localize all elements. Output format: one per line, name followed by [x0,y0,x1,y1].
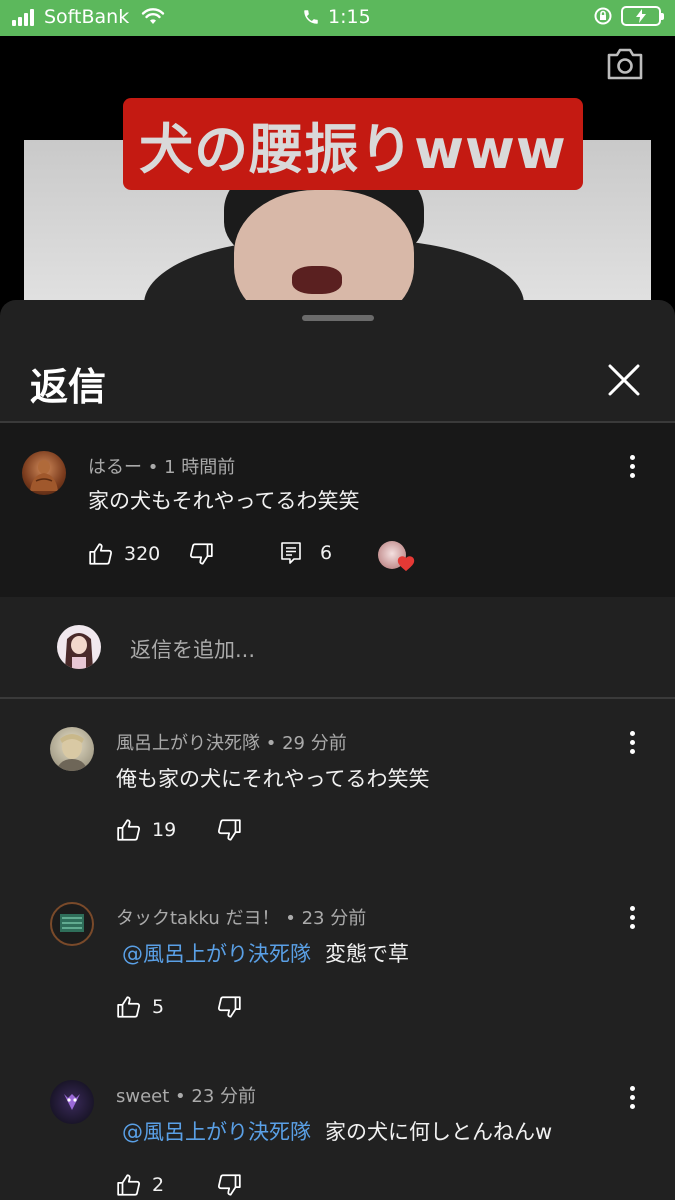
comment-time: 1 時間前 [164,457,236,478]
wifi-icon [142,8,165,24]
thumbs-down-icon [217,996,241,1018]
reply-time: 29 分前 [282,733,347,754]
reply-time: 23 分前 [191,1086,257,1107]
reply-body: 家の犬に何しとんねんw [325,1120,553,1144]
signal-strength-icon [12,8,34,26]
more-options-icon[interactable] [622,451,642,481]
sheet-title: 返信 [30,365,107,409]
reply-author[interactable]: 風呂上がり決死隊 [116,733,260,754]
thumbs-down-icon [217,1174,241,1196]
reply-time: 23 分前 [301,908,367,929]
like-count: 2 [152,1174,165,1196]
reply-meta: タックtakku だヨ！ • 23 分前 [116,904,366,930]
replies-button[interactable]: 6 [280,541,332,565]
dislike-button[interactable] [216,817,242,843]
more-options-icon[interactable] [622,902,642,932]
mention-link[interactable]: @風呂上がり決死隊 [122,1120,311,1144]
drag-handle[interactable] [302,315,374,321]
dislike-button[interactable] [188,541,214,567]
clock-time: 1:15 [328,6,371,28]
avatar[interactable] [22,451,66,495]
like-count: 320 [124,543,161,565]
like-button[interactable]: 320 [88,541,160,567]
user-avatar [57,625,101,669]
add-reply-input[interactable]: 返信を追加... [130,634,255,664]
reply-text: @風呂上がり決死隊 変態で草 [122,938,409,968]
thumbs-down-icon [217,819,241,841]
reply-body: 俺も家の犬にそれやってるわ笑笑 [116,767,430,791]
video-caption: 犬の腰振りwww [123,98,583,190]
meta-separator: • [175,1086,186,1107]
video-player[interactable]: 犬の腰振りwww [0,36,675,316]
like-button[interactable]: 19 [116,817,176,843]
close-icon[interactable] [600,356,648,404]
meta-separator: • [285,908,296,929]
reply-body: 変態で草 [325,942,409,966]
thumbs-up-icon [117,819,141,841]
heart-icon [397,556,415,572]
meta-separator: • [265,733,277,754]
comment-author[interactable]: はるー [88,457,142,478]
reply-author[interactable]: sweet [116,1086,169,1107]
video-person-face [234,190,414,316]
phone-call-icon [304,10,318,24]
status-bar: SoftBank 1:15 [0,0,675,36]
dislike-button[interactable] [216,994,242,1020]
reply-item: タックtakku だヨ！ • 23 分前 @風呂上がり決死隊 変態で草 5 [0,874,675,1044]
comment-meta: はるー • 1 時間前 [88,453,235,479]
creator-heart-badge [378,539,418,575]
camera-icon[interactable] [605,46,645,82]
more-options-icon[interactable] [622,727,642,757]
carrier-name: SoftBank [44,6,130,28]
avatar[interactable] [50,1080,94,1124]
comment-text: 家の犬もそれやってるわ笑笑 [88,489,360,513]
avatar[interactable] [50,727,94,771]
add-reply-row[interactable]: 返信を追加... [0,597,675,697]
video-person-mouth [292,266,342,294]
reply-meta: sweet • 23 分前 [116,1082,256,1108]
thumbs-up-icon [89,543,113,565]
replies-sheet: 返信 はるー • 1 時間前 家の犬もそれやってるわ笑笑 320 6 返信を追加… [0,300,675,1200]
more-options-icon[interactable] [622,1082,642,1112]
parent-comment: はるー • 1 時間前 家の犬もそれやってるわ笑笑 320 6 [0,423,675,597]
reply-author[interactable]: タックtakku だヨ！ [116,908,280,929]
reply-text: 俺も家の犬にそれやってるわ笑笑 [116,763,430,793]
reply-item: sweet • 23 分前 @風呂上がり決死隊 家の犬に何しとんねんw 2 [0,1052,675,1200]
meta-separator: • [147,457,159,478]
like-count: 5 [152,996,165,1018]
mention-link[interactable]: @風呂上がり決死隊 [122,942,311,966]
like-count: 19 [152,819,177,841]
thumbs-up-icon [117,1174,141,1196]
comment-icon [281,542,301,564]
reply-item: 風呂上がり決死隊 • 29 分前 俺も家の犬にそれやってるわ笑笑 19 [0,699,675,869]
like-button[interactable]: 2 [116,1172,164,1198]
reply-text: @風呂上がり決死隊 家の犬に何しとんねんw [122,1116,552,1146]
rotation-lock-icon [594,7,612,25]
thumbs-down-icon [189,543,213,565]
battery-charging-icon [621,6,664,26]
avatar[interactable] [50,902,94,946]
like-button[interactable]: 5 [116,994,164,1020]
reply-count: 6 [320,542,333,564]
thumbs-up-icon [117,996,141,1018]
reply-meta: 風呂上がり決死隊 • 29 分前 [116,729,347,755]
dislike-button[interactable] [216,1172,242,1198]
